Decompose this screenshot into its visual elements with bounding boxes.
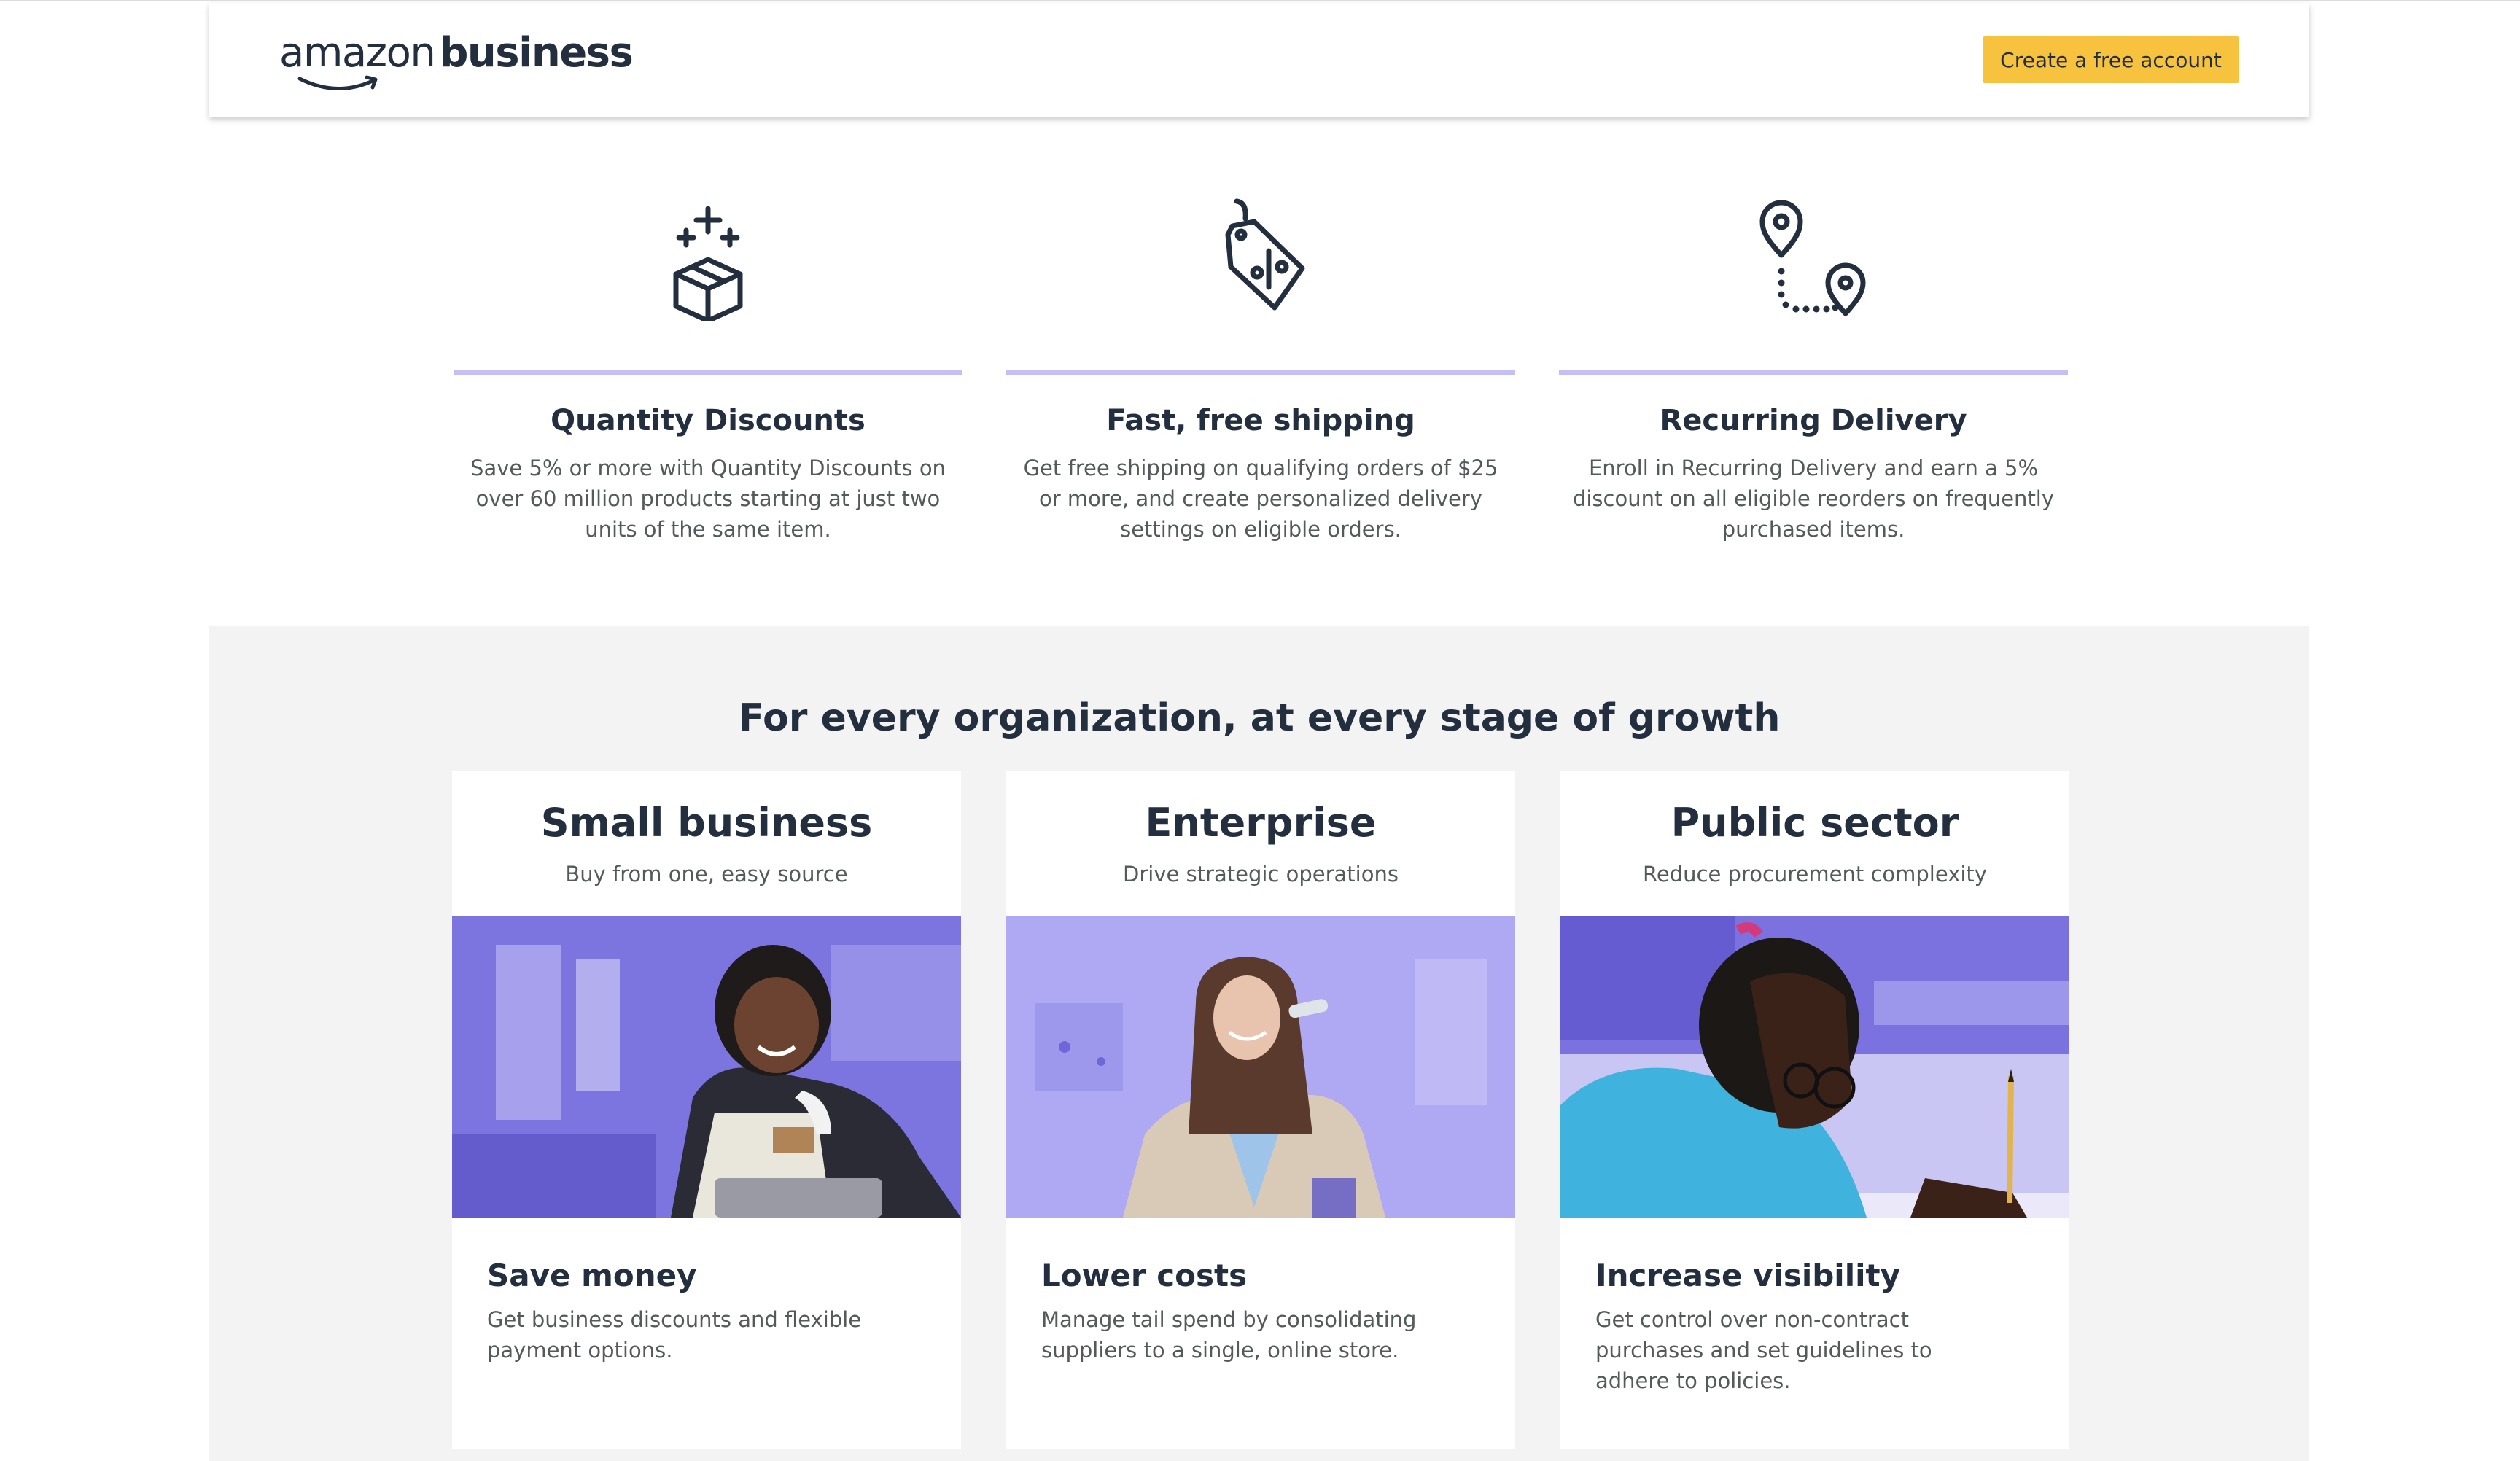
feature-text: Save 5% or more with Quantity Discounts … xyxy=(470,456,946,542)
small-business-photo xyxy=(452,916,961,1218)
feature-quantity-discounts: Quantity Discounts Save 5% or more with … xyxy=(454,197,962,545)
card-title: Public sector xyxy=(1671,800,1959,846)
card-public-sector[interactable]: Public sector Reduce procurement complex… xyxy=(1560,771,2069,1449)
card-body-text: Get control over non-contract purchases … xyxy=(1595,1307,1932,1393)
card-small-business[interactable]: Small business Buy from one, easy source… xyxy=(452,771,961,1449)
segments-section: For every organization, at every stage o… xyxy=(209,626,2309,1461)
feature-title: Recurring Delivery xyxy=(1660,404,1967,437)
enterprise-photo xyxy=(1006,916,1515,1218)
feature-text: Enroll in Recurring Delivery and earn a … xyxy=(1572,456,2055,542)
feature-divider xyxy=(1559,370,2068,375)
feature-title: Quantity Discounts xyxy=(551,404,866,437)
box-sparkle-icon xyxy=(673,206,743,321)
feature-divider xyxy=(1006,370,1515,375)
logo-amazon-text: amazon xyxy=(279,29,436,77)
card-body-title: Increase visibility xyxy=(1595,1258,1900,1293)
feature-title: Fast, free shipping xyxy=(1106,404,1415,437)
logo-business-text: business xyxy=(439,29,634,77)
card-subtitle: Buy from one, easy source xyxy=(565,862,848,887)
segments-heading: For every organization, at every stage o… xyxy=(738,696,1781,740)
amazon-business-logo[interactable]: amazon business xyxy=(279,29,634,95)
feature-free-shipping: Fast, free shipping Get free shipping on… xyxy=(1006,197,1515,545)
card-body-text: Get business discounts and flexible paym… xyxy=(487,1307,862,1363)
card-body-title: Save money xyxy=(487,1258,697,1293)
card-enterprise[interactable]: Enterprise Drive strategic operations Lo… xyxy=(1006,771,1515,1449)
feature-divider xyxy=(454,370,962,375)
public-sector-photo xyxy=(1560,916,2069,1218)
feature-recurring-delivery: Recurring Delivery Enroll in Recurring D… xyxy=(1559,197,2068,545)
feature-text: Get free shipping on qualifying orders o… xyxy=(1023,456,1498,542)
card-title: Small business xyxy=(540,800,873,846)
location-pins-icon xyxy=(1759,200,1866,316)
site-header: amazon business Create a free account xyxy=(209,3,2309,117)
card-body-title: Lower costs xyxy=(1041,1258,1248,1293)
card-title: Enterprise xyxy=(1145,800,1377,846)
card-subtitle: Reduce procurement complexity xyxy=(1643,862,1987,887)
card-body-text: Manage tail spend by consolidating suppl… xyxy=(1041,1307,1417,1363)
amazon-smile-icon xyxy=(298,75,378,90)
card-subtitle: Drive strategic operations xyxy=(1123,862,1399,887)
price-tag-icon xyxy=(1225,198,1305,311)
create-account-button[interactable]: Create a free account xyxy=(1983,36,2239,83)
top-border xyxy=(0,0,2520,1)
